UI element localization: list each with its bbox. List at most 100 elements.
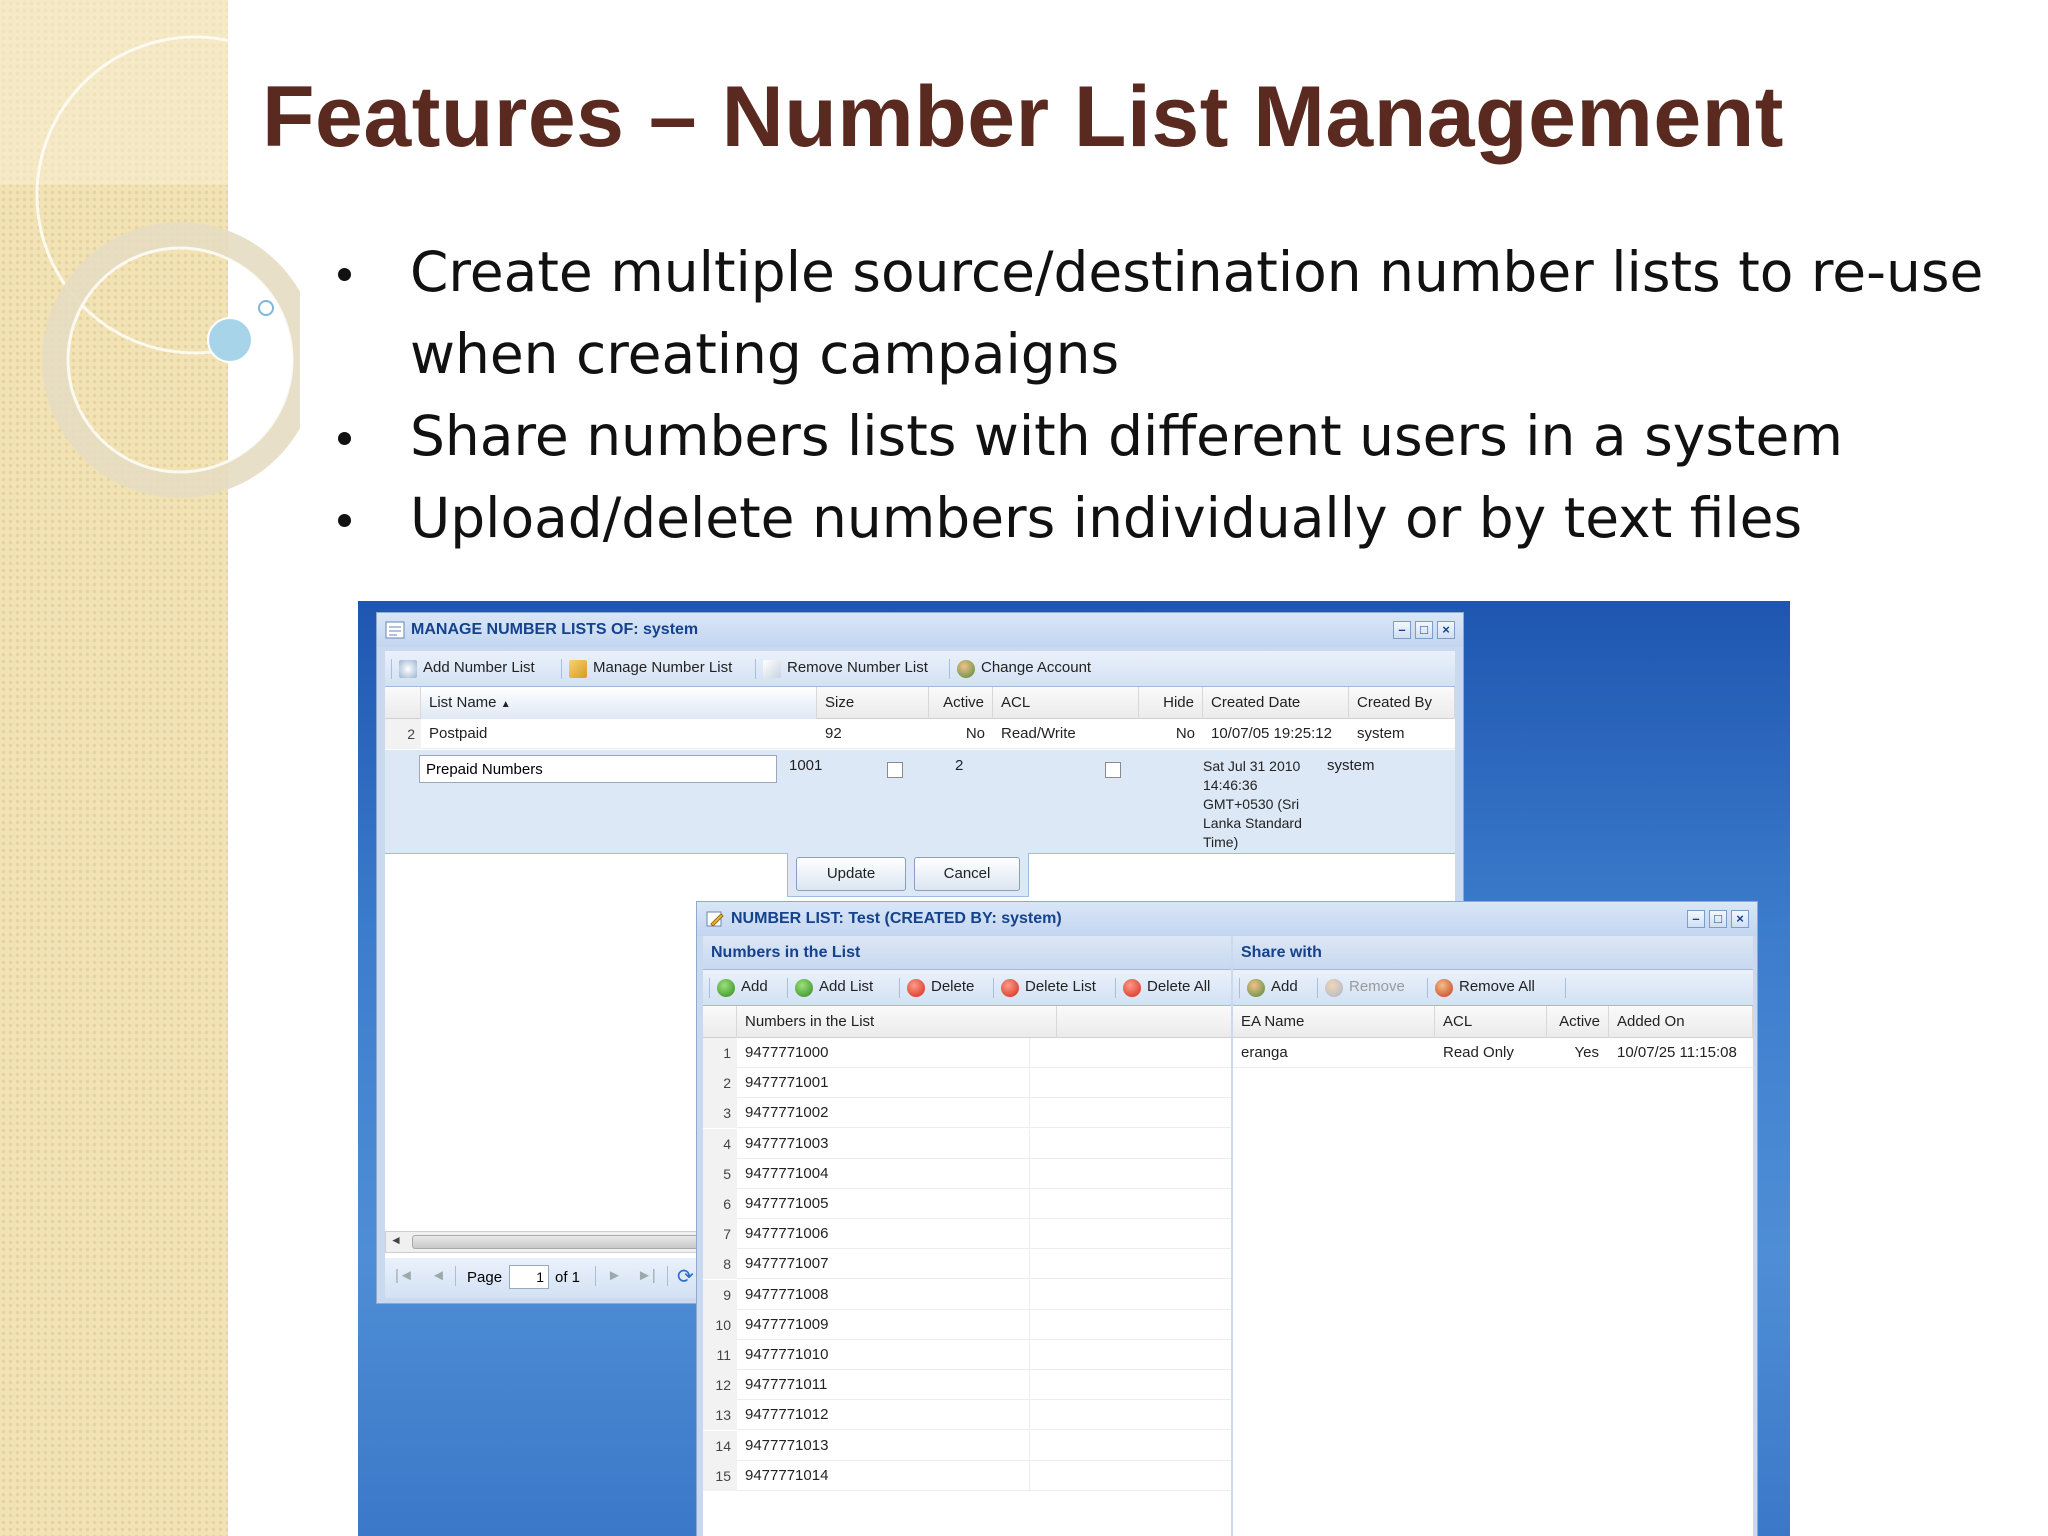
row-number: 5 — [703, 1158, 737, 1189]
column-divider — [1029, 1340, 1030, 1370]
table-row[interactable]: 2 Postpaid 92 No Read/Write No 10/07/05 … — [385, 719, 1455, 749]
table-row[interactable]: 11 9477771010 — [703, 1340, 1231, 1370]
column-created-by[interactable]: Created By — [1349, 687, 1455, 719]
numbers-toolbar: Add Add List Delete Delete List Delete A… — [703, 970, 1231, 1006]
page-number-input[interactable] — [509, 1265, 549, 1289]
table-row[interactable]: 8 9477771007 — [703, 1249, 1231, 1280]
pager-toolbar: |◄ ◄ Page of 1 ► ►| ⟳ — [385, 1258, 705, 1298]
update-button[interactable]: Update — [796, 857, 906, 891]
table-row[interactable]: 13 9477771012 — [703, 1400, 1231, 1431]
share-grid: EA Name ACL Active Added On eranga Read … — [1233, 1006, 1753, 1536]
column-created-date[interactable]: Created Date — [1203, 687, 1349, 719]
table-row[interactable]: 4 9477771003 — [703, 1128, 1231, 1159]
column-list-name[interactable]: List Name ▲ — [421, 687, 817, 719]
remove-number-list-button[interactable]: Remove Number List — [763, 659, 928, 679]
add-list-icon — [399, 660, 417, 678]
column-divider — [1029, 1460, 1030, 1491]
share-remove-button[interactable]: Remove — [1325, 978, 1405, 998]
share-remove-all-button[interactable]: Remove All — [1435, 978, 1535, 998]
user-add-icon — [1247, 979, 1265, 997]
row-number: 4 — [703, 1128, 737, 1159]
window-titlebar[interactable]: NUMBER LIST: Test (CREATED BY: system) –… — [697, 902, 1757, 936]
delete-list-button[interactable]: Delete List — [1001, 978, 1096, 998]
row-number: 14 — [703, 1430, 737, 1461]
table-row[interactable]: 9 9477771008 — [703, 1279, 1231, 1310]
horizontal-scrollbar[interactable]: ◄ — [385, 1231, 705, 1253]
first-page-icon[interactable]: |◄ — [395, 1267, 414, 1284]
table-row[interactable]: 1 9477771000 — [703, 1038, 1231, 1068]
change-account-button[interactable]: Change Account — [957, 659, 1091, 679]
column-size[interactable]: Size — [817, 687, 929, 719]
column-acl[interactable]: ACL — [993, 687, 1139, 719]
user-remove-icon — [1435, 979, 1453, 997]
close-icon[interactable]: × — [1731, 910, 1749, 928]
column-added-on[interactable]: Added On — [1609, 1006, 1753, 1038]
minimize-icon[interactable]: – — [1687, 910, 1705, 928]
phone-number: 9477771003 — [745, 1134, 829, 1152]
hide-checkbox[interactable] — [1105, 762, 1121, 778]
table-row[interactable]: 6 9477771005 — [703, 1189, 1231, 1219]
phone-number: 9477771006 — [745, 1225, 829, 1243]
column-divider — [1029, 1128, 1030, 1159]
minimize-icon[interactable]: – — [1393, 621, 1411, 639]
table-row[interactable]: 15 9477771014 — [703, 1460, 1231, 1491]
list-name-field[interactable] — [419, 755, 777, 783]
row-editor-buttons: Update Cancel — [787, 853, 1029, 897]
close-icon[interactable]: × — [1437, 621, 1455, 639]
row-number: 13 — [703, 1400, 737, 1431]
delete-all-button[interactable]: Delete All — [1123, 978, 1210, 998]
add-list-button[interactable]: Add List — [795, 978, 873, 998]
window-titlebar[interactable]: MANAGE NUMBER LISTS OF: system – □ × — [377, 613, 1463, 647]
user-account-icon — [957, 660, 975, 678]
remove-list-icon — [763, 660, 781, 678]
share-add-button[interactable]: Add — [1247, 978, 1298, 998]
column-acl[interactable]: ACL — [1435, 1006, 1547, 1038]
phone-number: 9477771001 — [745, 1074, 829, 1092]
table-row[interactable]: 10 9477771009 — [703, 1309, 1231, 1340]
grid-header: List Name ▲ Size Active ACL Hide Created… — [385, 687, 1455, 719]
column-divider — [1029, 1400, 1030, 1431]
last-page-icon[interactable]: ►| — [637, 1267, 656, 1284]
column-divider — [1029, 1309, 1030, 1340]
table-row[interactable]: 3 9477771002 — [703, 1098, 1231, 1129]
maximize-icon[interactable]: □ — [1415, 621, 1433, 639]
table-row[interactable]: eranga Read Only Yes 10/07/25 11:15:08 — [1233, 1038, 1753, 1068]
delete-number-button[interactable]: Delete — [907, 978, 974, 998]
add-number-button[interactable]: Add — [717, 978, 768, 998]
page-count-label: of 1 — [555, 1269, 581, 1286]
row-number: 6 — [703, 1189, 737, 1219]
column-divider — [1029, 1279, 1030, 1310]
window-title: MANAGE NUMBER LISTS OF: system — [411, 621, 699, 638]
column-ea-name[interactable]: EA Name — [1233, 1006, 1435, 1038]
column-active[interactable]: Active — [1547, 1006, 1609, 1038]
cancel-button[interactable]: Cancel — [914, 857, 1020, 891]
scroll-thumb[interactable] — [412, 1235, 702, 1249]
refresh-icon[interactable]: ⟳ — [677, 1264, 694, 1289]
add-number-list-button[interactable]: Add Number List — [399, 659, 535, 679]
column-hide[interactable]: Hide — [1139, 687, 1203, 719]
scroll-left-icon[interactable]: ◄ — [390, 1233, 402, 1247]
table-row[interactable]: 2 9477771001 — [703, 1068, 1231, 1099]
user-remove-icon — [1325, 979, 1343, 997]
phone-number: 9477771013 — [745, 1436, 829, 1454]
prev-page-icon[interactable]: ◄ — [431, 1267, 446, 1284]
acl-value: 2 — [955, 757, 964, 774]
manage-number-list-button[interactable]: Manage Number List — [569, 659, 732, 679]
column-divider — [1029, 1068, 1030, 1099]
table-row[interactable]: 12 9477771011 — [703, 1370, 1231, 1401]
sort-asc-icon: ▲ — [500, 699, 511, 710]
next-page-icon[interactable]: ► — [607, 1267, 622, 1284]
edit-list-icon — [706, 911, 724, 927]
column-active[interactable]: Active — [929, 687, 993, 719]
active-checkbox[interactable] — [887, 762, 903, 778]
column-numbers[interactable]: Numbers in the List — [737, 1006, 1057, 1038]
phone-number: 9477771009 — [745, 1315, 829, 1333]
numbers-grid: Numbers in the List 1 9477771000 2 94777710… — [703, 1006, 1231, 1536]
phone-number: 9477771004 — [745, 1164, 829, 1182]
table-row[interactable]: 14 9477771013 — [703, 1430, 1231, 1461]
table-row[interactable]: 7 9477771006 — [703, 1219, 1231, 1250]
phone-number: 9477771011 — [745, 1376, 828, 1394]
maximize-icon[interactable]: □ — [1709, 910, 1727, 928]
column-divider — [1029, 1189, 1030, 1219]
table-row[interactable]: 5 9477771004 — [703, 1158, 1231, 1189]
